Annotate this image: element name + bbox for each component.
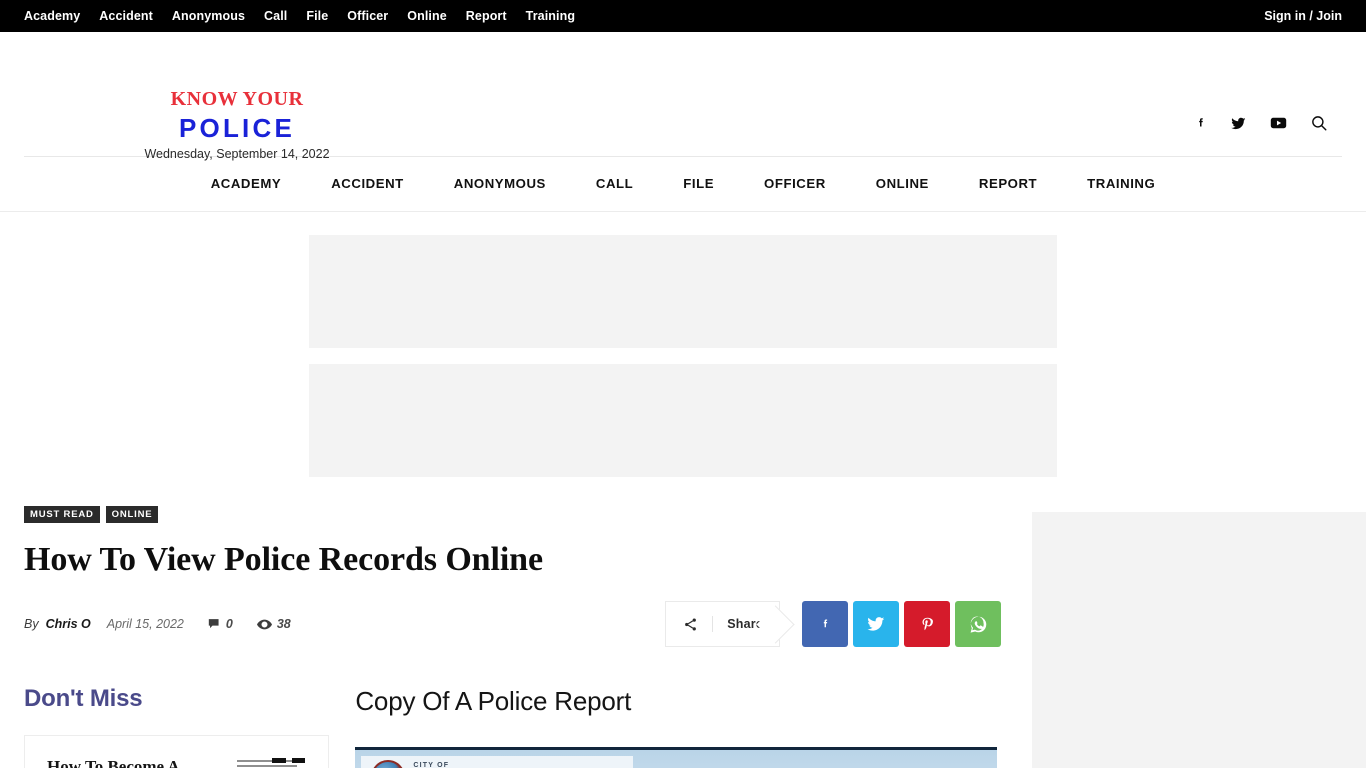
top-nav: Academy Accident Anonymous Call File Off… [24,0,575,32]
masthead-icon-group [1194,114,1328,132]
youtube-icon[interactable] [1269,116,1288,130]
twitter-icon[interactable] [1230,116,1247,131]
share-button-group [802,601,1001,647]
lower-region: Don't Miss How To Become A Police Inform… [24,685,1008,768]
masthead: KNOW YOUR POLICE Wednesday, September 14… [0,32,1366,156]
share-tag[interactable]: Share [665,601,780,647]
comment-count[interactable]: 0 [208,617,233,631]
list-item[interactable]: How To Become A Police Informant May 6, … [24,735,329,768]
article-meta-row: By Chris O April 15, 2022 0 38 [24,601,1008,647]
share-whatsapp-button[interactable] [955,601,1001,647]
eye-icon [257,619,272,630]
logo-line-police: POLICE [142,113,332,143]
current-date: Wednesday, September 14, 2022 [142,146,332,162]
dont-miss-thumbnail-redacted-document [234,756,310,768]
share-label: Share [727,617,763,631]
section-heading-copy-of-a-police-report: Copy Of A Police Report [355,685,1008,717]
topnav-item-officer[interactable]: Officer [347,0,388,32]
badge-online[interactable]: ONLINE [106,506,159,523]
ad-placeholder-second [309,364,1057,477]
byline-date: April 15, 2022 [107,617,184,631]
nav-item-anonymous[interactable]: ANONYMOUS [429,157,571,211]
page-title: How To View Police Records Online [24,539,1008,581]
nav-item-online[interactable]: ONLINE [851,157,954,211]
nav-item-accident[interactable]: ACCIDENT [306,157,429,211]
byline-by-label: By [24,617,39,631]
facebook-icon [819,613,832,635]
logo-line-know-your: KNOW YOUR [142,88,332,110]
twitter-icon [866,615,886,633]
police-report-image: CITY OF FORT WALTON [355,747,997,768]
nav-item-file[interactable]: FILE [658,157,739,211]
sidebar-column [1032,506,1366,768]
share-facebook-button[interactable] [802,601,848,647]
whatsapp-icon [969,615,988,634]
top-bar-right: Sign in / Join [1264,7,1342,25]
topnav-item-academy[interactable]: Academy [24,0,80,32]
byline: By Chris O April 15, 2022 [24,617,184,631]
view-count-value: 38 [277,617,291,631]
topnav-item-anonymous[interactable]: Anonymous [172,0,245,32]
article-badges: MUST READ ONLINE [24,506,1008,523]
share-divider [712,616,713,632]
nav-item-academy[interactable]: ACADEMY [186,157,307,211]
sign-in-join-link[interactable]: Sign in / Join [1264,9,1342,23]
top-ad-region [0,212,1366,477]
ad-placeholder-top [309,235,1057,348]
comment-count-value: 0 [226,617,233,631]
share-widget: Share [665,601,1001,647]
main-column: MUST READ ONLINE How To View Police Reco… [24,506,1008,768]
topnav-item-accident[interactable]: Accident [99,0,153,32]
top-utility-bar: Academy Accident Anonymous Call File Off… [0,0,1366,32]
share-pinterest-button[interactable] [904,601,950,647]
report-image-header-panel [361,756,633,768]
topnav-item-online[interactable]: Online [407,0,447,32]
badge-must-read[interactable]: MUST READ [24,506,100,523]
article-body-column: Copy Of A Police Report CITY OF FORT WAL… [355,685,1008,768]
byline-author[interactable]: Chris O [46,617,91,631]
site-logo[interactable]: KNOW YOUR POLICE Wednesday, September 14… [142,88,332,162]
ad-placeholder-sidebar [1032,512,1366,768]
dont-miss-column: Don't Miss How To Become A Police Inform… [24,685,329,768]
topnav-item-call[interactable]: Call [264,0,287,32]
primary-navigation: ACADEMY ACCIDENT ANONYMOUS CALL FILE OFF… [0,157,1366,212]
comment-icon [208,618,221,630]
dont-miss-card-title[interactable]: How To Become A Police Informant [47,756,222,768]
view-count: 38 [257,617,291,631]
topnav-item-training[interactable]: Training [526,0,575,32]
nav-item-call[interactable]: CALL [571,157,658,211]
pinterest-icon [920,614,935,634]
nav-item-officer[interactable]: OFFICER [739,157,851,211]
report-image-city-of-label: CITY OF [413,762,449,768]
topnav-item-file[interactable]: File [306,0,328,32]
search-icon[interactable] [1310,114,1328,132]
dont-miss-heading: Don't Miss [24,685,329,713]
share-icon [683,617,698,632]
dont-miss-card-text: How To Become A Police Informant May 6, … [47,756,222,768]
nav-item-report[interactable]: REPORT [954,157,1062,211]
share-twitter-button[interactable] [853,601,899,647]
facebook-icon[interactable] [1194,116,1208,130]
topnav-item-report[interactable]: Report [466,0,507,32]
page-content: MUST READ ONLINE How To View Police Reco… [0,506,1366,768]
nav-item-training[interactable]: TRAINING [1062,157,1180,211]
